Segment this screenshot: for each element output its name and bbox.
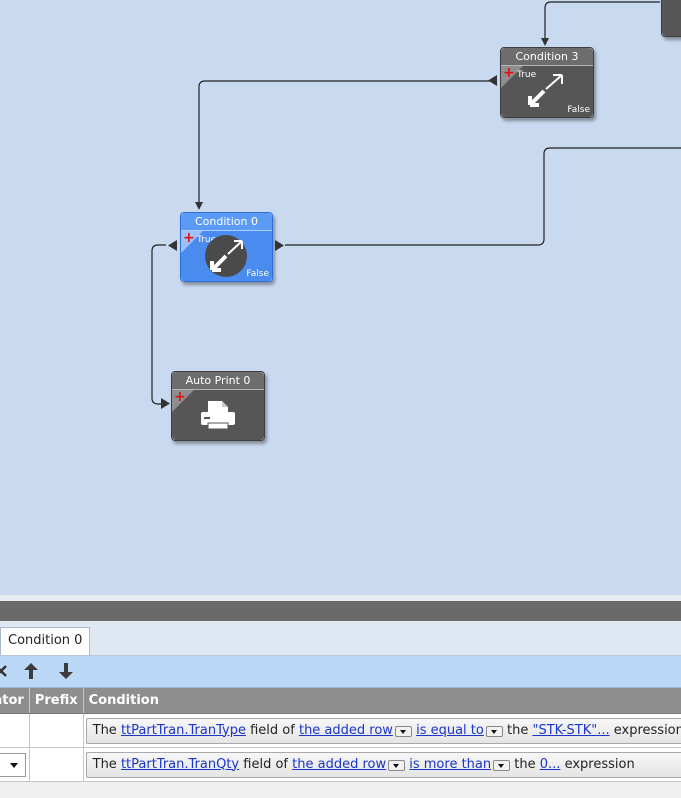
condition-cell: The ttPartTran.TranQty field of the adde… [82,747,681,782]
add-icon[interactable]: + [183,231,195,245]
move-up-icon [24,663,38,679]
prefix-cell[interactable] [28,747,84,782]
prefix-cell[interactable] [28,713,84,748]
tab-strip: Condition 0 [0,621,681,656]
column-header-condition[interactable]: Condition [83,688,681,714]
connector-arrow [541,38,549,46]
move-down-button[interactable] [55,660,77,682]
delete-icon [0,665,7,677]
connector-condition-0-to-auto-print [151,244,166,405]
add-icon[interactable]: + [503,66,515,80]
move-up-button[interactable] [20,660,42,682]
table-row[interactable]: The ttPartTran.TranQty field of the adde… [0,747,681,782]
condition-arrows-icon [528,74,563,107]
input-port[interactable] [487,75,498,87]
text: field of [250,722,295,738]
connector-condition-3-to-condition-0 [198,80,490,205]
dropdown-arrow-icon[interactable] [394,725,412,737]
text: the [507,722,529,738]
text: field of [243,756,288,772]
auto-print-0-node[interactable]: Auto Print 0 + [171,371,265,441]
operator-link[interactable]: is equal to [416,723,484,738]
panel-header-bar [0,601,681,621]
move-down-icon [59,663,73,679]
node-title: Condition 3 [501,48,593,66]
dropdown-arrow-icon[interactable] [493,759,511,771]
connector-condition-0-false [285,147,681,246]
connector-arrow [195,202,203,210]
text: The [92,722,117,738]
field-link[interactable]: ttPartTran.TranQty [121,757,239,772]
value-link[interactable]: "STK-STK"... [532,723,609,738]
operator-cell[interactable] [0,713,30,748]
offscreen-node[interactable] [661,0,681,37]
column-header-operator[interactable]: ator [0,688,30,714]
node-title: Condition 0 [181,213,272,231]
workflow-canvas[interactable]: Condition 3 + True False Condition 0 + T… [0,0,681,595]
row-ref-link[interactable]: the added row [299,723,393,738]
condition-3-node[interactable]: Condition 3 + True False [500,47,594,118]
printer-icon [201,401,235,430]
condition-arrows-icon [205,235,247,277]
dropdown-arrow-icon[interactable] [485,725,503,737]
connector-top-to-condition-3 [544,1,660,42]
dropdown-arrow-icon[interactable] [388,759,406,771]
column-header-prefix[interactable]: Prefix [29,688,84,714]
text: expression [613,722,681,738]
field-link[interactable]: ttPartTran.TranType [121,723,246,738]
false-output-port[interactable] [274,240,285,252]
operator-cell[interactable] [0,747,30,782]
false-label: False [246,269,269,279]
value-link[interactable]: 0... [540,757,561,772]
condition-0-node[interactable]: Condition 0 + True False [180,212,273,282]
condition-cell: The ttPartTran.TranType field of the add… [82,713,681,748]
table-row[interactable]: The ttPartTran.TranType field of the add… [0,713,681,748]
node-title: Auto Print 0 [172,372,264,390]
row-ref-link[interactable]: the added row [292,757,386,772]
input-port[interactable] [167,240,178,252]
false-label: False [567,105,590,115]
text: The [92,756,117,772]
condition-sentence: The ttPartTran.TranType field of the add… [85,717,681,744]
and-or-dropdown[interactable] [0,752,26,777]
text: expression [564,756,635,772]
text: the [514,756,536,772]
add-icon[interactable]: + [174,390,186,404]
delete-button[interactable] [0,660,12,682]
conditions-grid: ator Prefix Condition The ttPartTran.Tra… [0,688,681,798]
condition-sentence: The ttPartTran.TranQty field of the adde… [85,751,681,778]
condition-toolbar [0,656,681,688]
tab-condition-0[interactable]: Condition 0 [0,627,91,655]
input-port[interactable] [160,398,171,410]
operator-link[interactable]: is more than [409,757,491,772]
